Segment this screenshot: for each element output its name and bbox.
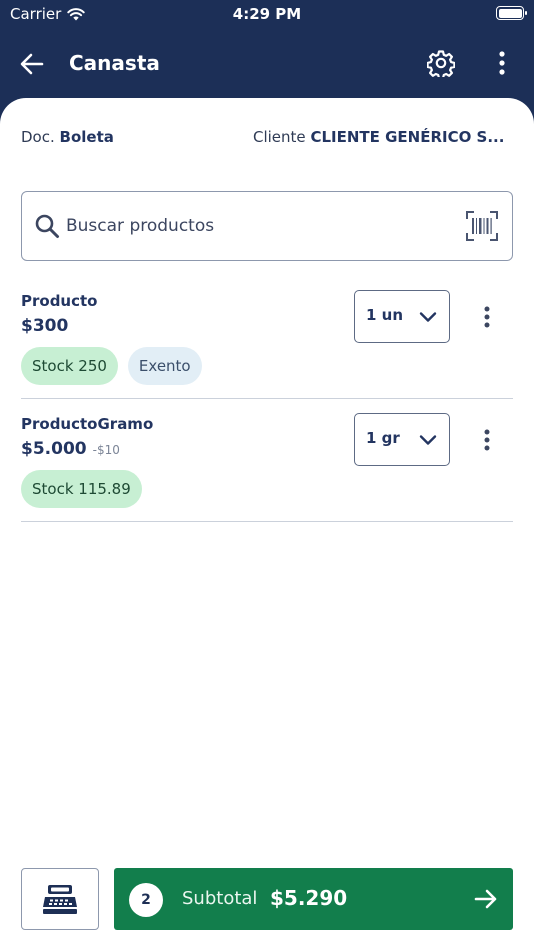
product-badges: Stock 115.89 (21, 470, 142, 508)
doc-value: Boleta (59, 128, 114, 146)
product-price-value: $5.000 (21, 439, 87, 459)
status-time: 4:29 PM (232, 5, 302, 23)
settings-button[interactable] (426, 48, 456, 78)
product-row[interactable]: ProductoGramo $5.000 -$10 Stock 115.89 1 … (21, 413, 513, 522)
back-button[interactable] (18, 50, 46, 78)
subtotal-button[interactable]: 2 Subtotal $5.290 (114, 868, 513, 930)
status-bar: Carrier 4:29 PM (0, 0, 534, 30)
client-selector[interactable]: Cliente CLIENTE GENÉRICO S... (253, 128, 503, 146)
document-info-row: Doc. Boleta Cliente CLIENTE GENÉRICO S..… (21, 128, 513, 150)
product-more-button[interactable] (477, 425, 497, 455)
chevron-down-icon (419, 312, 437, 322)
more-vertical-icon (484, 306, 490, 328)
back-arrow-icon (20, 53, 44, 75)
product-price: $300 (21, 316, 68, 336)
cash-register-button[interactable] (21, 868, 99, 930)
arrow-right-icon (474, 889, 497, 909)
header-more-button[interactable] (490, 48, 514, 78)
cash-register-icon (43, 885, 77, 914)
barcode-icon[interactable] (466, 211, 498, 241)
subtotal-label: Subtotal (182, 888, 258, 909)
more-vertical-icon (499, 51, 505, 75)
page-title: Canasta (69, 51, 160, 75)
search-box[interactable] (21, 191, 513, 261)
product-name: ProductoGramo (21, 415, 154, 433)
search-input[interactable] (66, 206, 446, 246)
gear-icon (427, 50, 455, 77)
doc-label: Doc. (21, 128, 55, 146)
quantity-value: 1 gr (366, 429, 400, 447)
more-vertical-icon (484, 429, 490, 451)
product-badges: Stock 250 Exento (21, 347, 202, 385)
product-row[interactable]: Producto $300 Stock 250 Exento 1 un (21, 290, 513, 399)
item-count-badge: 2 (129, 883, 163, 917)
basket-sheet: Doc. Boleta Cliente CLIENTE GENÉRICO S..… (0, 98, 534, 950)
quantity-select[interactable]: 1 un (354, 290, 450, 343)
app-header: Canasta (0, 30, 534, 98)
subtotal-value: $5.290 (270, 886, 348, 910)
product-more-button[interactable] (477, 302, 497, 332)
quantity-select[interactable]: 1 gr (354, 413, 450, 466)
product-price: $5.000 -$10 (21, 439, 120, 459)
product-discount: -$10 (92, 443, 120, 457)
document-type[interactable]: Doc. Boleta (21, 128, 114, 146)
stock-badge: Stock 250 (21, 347, 118, 385)
battery-icon (496, 6, 527, 20)
client-value: CLIENTE GENÉRICO S... (310, 128, 503, 146)
quantity-value: 1 un (366, 306, 404, 324)
search-icon (35, 214, 59, 238)
exempt-badge: Exento (127, 347, 202, 385)
product-name: Producto (21, 292, 98, 310)
stock-badge: Stock 115.89 (21, 470, 142, 508)
chevron-down-icon (419, 435, 437, 445)
client-label: Cliente (253, 128, 306, 146)
product-price-value: $300 (21, 316, 69, 336)
